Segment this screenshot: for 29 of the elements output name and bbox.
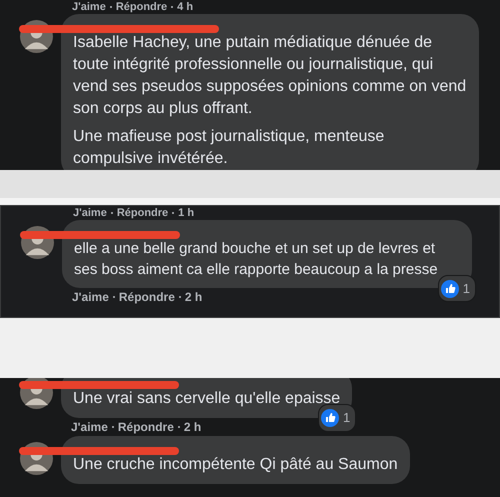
timestamp: 2 h [184, 290, 202, 304]
separator-dot [171, 6, 174, 8]
comment-text: Isabelle Hachey, une putain médiatique dénuée de toute intégrité professionnelle ou journalistique, qui vend ses pseudos supposées opinions comme on vend son corps au plus offrant. [73, 33, 467, 119]
comment-text: elle a une belle grand bouche et un set up de levres et ses boss aiment ca elle rapporte beaucoup a la presse [74, 239, 439, 280]
reply-link[interactable]: Répondre [116, 206, 168, 220]
like-link[interactable]: J'aime [73, 206, 107, 220]
thumbs-up-icon [440, 280, 459, 298]
separator-dot [112, 296, 115, 298]
separator-dot [178, 296, 181, 298]
like-link[interactable]: J'aime [72, 290, 109, 304]
reply-link[interactable]: Répondre [116, 0, 168, 14]
separator-dot [112, 426, 114, 428]
separator-dot [110, 212, 113, 214]
comment-text: Une mafieuse post journalistique, menteuse compulsive invétérée. [73, 127, 386, 169]
separator-dot [110, 6, 112, 8]
reaction-count: 1 [342, 409, 350, 427]
separator-dot [178, 426, 180, 428]
reply-link[interactable]: Répondre [118, 290, 175, 304]
comment-text: Une cruche incompétente Qi pâté au Saumon [73, 455, 398, 475]
like-link[interactable]: J'aime [71, 420, 108, 434]
like-link[interactable]: J'aime [72, 0, 106, 14]
comment-text: Une vrai sans cervelle qu'elle epaisse [73, 389, 340, 409]
reply-link[interactable]: Répondre [118, 420, 174, 434]
timestamp: 1 h [178, 206, 194, 220]
timestamp: 2 h [184, 420, 202, 434]
separator-dot [172, 212, 174, 214]
timestamp: 4 h [177, 0, 194, 14]
thumbs-up-icon [320, 409, 339, 427]
reaction-count: 1 [462, 280, 470, 298]
